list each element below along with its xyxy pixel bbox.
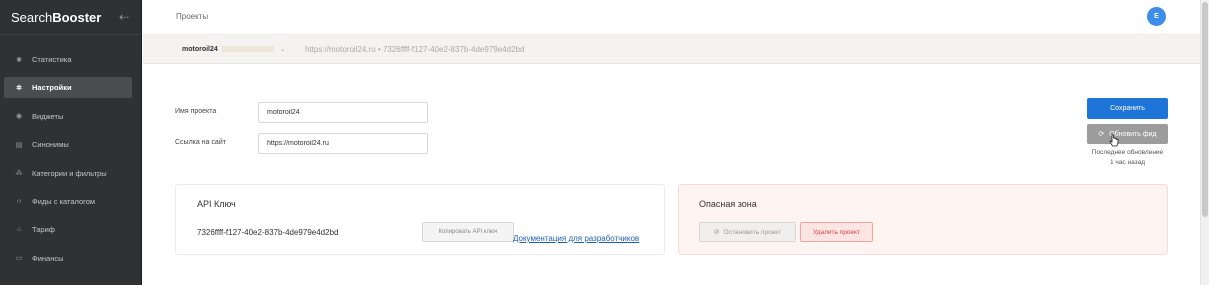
sidebar-item-settings[interactable]: ✲ Настройки: [4, 77, 132, 99]
save-button[interactable]: Сохранить: [1087, 98, 1168, 119]
blurred-project-text: [221, 46, 274, 53]
last-update-text: Последнее обновление 1 час назад: [1091, 149, 1164, 166]
wallet-icon: ▭: [15, 255, 23, 263]
project-selector[interactable]: motoroil24 ⌄: [182, 45, 286, 53]
sidebar-item-statistics[interactable]: ✺ Статистика: [4, 49, 132, 70]
avatar[interactable]: E: [1147, 7, 1166, 26]
logo-row: SearchBooster ⇠: [0, 0, 141, 35]
sidebar: SearchBooster ⇠ ✺ Статистика ✲ Настройки ◉…: [0, 0, 142, 285]
api-key-title: API Ключ: [197, 199, 236, 209]
breadcrumb[interactable]: Проекты: [176, 12, 208, 21]
danger-zone-card: Опасная зона ⊘ Остановить проект Удалить …: [678, 184, 1168, 255]
chevron-down-icon: ⌄: [279, 46, 286, 53]
chart-icon: ✺: [16, 56, 22, 64]
shopping-bag-icon: ⌂: [16, 226, 22, 234]
api-key-value: 7326ffff-f127-40e2-837b-4de979e4d2bd: [197, 228, 339, 237]
scrollbar-thumb[interactable]: [1202, 2, 1208, 217]
copy-icon: ▤: [15, 141, 23, 149]
sidebar-item-categories[interactable]: ⁂ Категории и фильтры: [4, 163, 132, 184]
danger-zone-title: Опасная зона: [699, 199, 757, 209]
hand-cursor-icon: [1109, 134, 1119, 147]
stop-project-button[interactable]: ⊘ Остановить проект: [699, 222, 796, 242]
logo[interactable]: SearchBooster: [11, 10, 101, 25]
scrollbar[interactable]: [1200, 0, 1209, 285]
code-icon: ‹›: [16, 197, 22, 205]
collapse-sidebar-icon[interactable]: ⇠: [119, 10, 129, 24]
site-url-input[interactable]: [258, 133, 428, 154]
topbar: Проекты E: [143, 0, 1200, 35]
gear-icon: ✲: [16, 84, 22, 92]
category-icon: ⁂: [15, 170, 23, 178]
project-info: https://motoroil24.ru • 7326ffff-f127-40…: [305, 45, 525, 54]
delete-project-button[interactable]: Удалить проект: [800, 222, 873, 242]
sidebar-item-synonyms[interactable]: ▤ Синонимы: [4, 134, 132, 155]
sidebar-item-widgets[interactable]: ◉ Виджеты: [4, 106, 132, 127]
refresh-icon: ⟳: [1098, 131, 1105, 138]
eye-icon: ◉: [15, 113, 23, 121]
refresh-feed-button[interactable]: ⟳ Обновить фид: [1087, 124, 1168, 144]
project-bar: motoroil24 ⌄ https://motoroil24.ru • 7326…: [143, 35, 1200, 64]
sidebar-nav: ✺ Статистика ✲ Настройки ◉ Виджеты ▤ Синоним…: [0, 49, 142, 276]
developer-docs-link[interactable]: Документация для разработчиков: [513, 234, 639, 243]
sidebar-item-finance[interactable]: ▭ Финансы: [4, 248, 132, 269]
project-name-input[interactable]: [258, 102, 428, 123]
copy-api-key-button[interactable]: Копировать API ключ: [422, 222, 514, 242]
stop-icon: ⊘: [713, 229, 720, 236]
sidebar-item-feeds[interactable]: ‹› Фиды с каталогом: [4, 191, 132, 212]
sidebar-item-tariff[interactable]: ⌂ Тариф: [4, 219, 132, 240]
project-name-label: Имя проекта: [175, 108, 217, 115]
site-url-label: Ссылка на сайт: [175, 139, 226, 146]
api-key-card: API Ключ 7326ffff-f127-40e2-837b-4de979e…: [175, 184, 665, 255]
